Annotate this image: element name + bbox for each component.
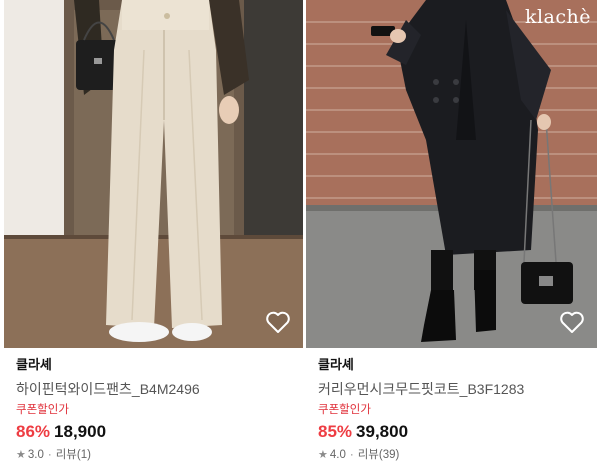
- discount-rate: 86%: [16, 422, 51, 441]
- star-icon: ★: [16, 449, 26, 461]
- product-image[interactable]: [4, 0, 303, 348]
- brand-watermark-logo: klachè: [524, 6, 591, 28]
- rating-value: 4.0: [329, 449, 346, 461]
- review-count: (39): [378, 449, 400, 461]
- star-icon: ★: [318, 449, 328, 461]
- product-info: 클라셰 커리우먼시크무드핏코트_B3F1283 쿠폰할인가 85% 39,800 …: [318, 356, 591, 464]
- product-card[interactable]: 클라셰 하이핀턱와이드팬츠_B4M2496 쿠폰할인가 86% 18,900 ★ 3…: [4, 0, 303, 469]
- review-label: 리뷰: [55, 449, 77, 461]
- price-row: 86% 18,900: [16, 420, 297, 444]
- coupon-price-label: 쿠폰할인가: [16, 404, 69, 416]
- product-grid: 클라셰 하이핀턱와이드팬츠_B4M2496 쿠폰할인가 86% 18,900 ★ 3…: [0, 0, 597, 469]
- wishlist-heart-icon[interactable]: [265, 310, 291, 334]
- rating-value: 3.0: [27, 449, 44, 461]
- sale-price: 39,800: [356, 422, 409, 441]
- product-title[interactable]: 커리우먼시크무드핏코트_B3F1283: [318, 379, 591, 399]
- rating-row: ★ 3.0 · 리뷰(1): [16, 446, 297, 464]
- rating-row: ★ 4.0 · 리뷰(39): [318, 446, 591, 464]
- sale-price: 18,900: [54, 422, 107, 441]
- price-row: 85% 39,800: [318, 420, 591, 444]
- product-title[interactable]: 하이핀턱와이드팬츠_B4M2496: [16, 379, 297, 399]
- review-count: (1): [76, 449, 91, 461]
- product-image[interactable]: [306, 0, 597, 348]
- product-brand[interactable]: 클라셰: [16, 356, 297, 374]
- review-label: 리뷰: [357, 449, 379, 461]
- product-card[interactable]: klachè 클라셰 커리우먼시크무드핏코트_B3F1283 쿠폰할인가 85%…: [306, 0, 597, 469]
- product-info: 클라셰 하이핀턱와이드팬츠_B4M2496 쿠폰할인가 86% 18,900 ★ 3…: [16, 356, 297, 464]
- discount-rate: 85%: [318, 422, 353, 441]
- separator-dot: ·: [349, 449, 354, 461]
- wishlist-heart-icon[interactable]: [559, 310, 585, 334]
- separator-dot: ·: [47, 449, 52, 461]
- product-brand[interactable]: 클라셰: [318, 356, 591, 374]
- coupon-price-label: 쿠폰할인가: [318, 404, 371, 416]
